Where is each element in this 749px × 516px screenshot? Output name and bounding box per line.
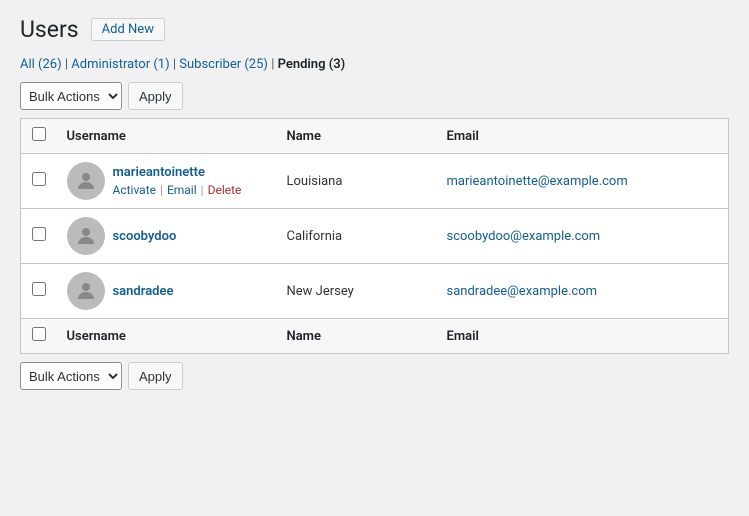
username-link[interactable]: marieantoinette	[113, 165, 242, 180]
check-all-checkbox[interactable]	[32, 127, 46, 141]
name-cell: New Jersey	[277, 264, 437, 319]
filter-links: All (26) | Administrator (1) | Subscribe…	[20, 57, 729, 72]
col-footer-name: Name	[277, 319, 437, 354]
row-check-cell	[21, 154, 57, 209]
activate-action[interactable]: Activate	[113, 183, 157, 197]
avatar	[67, 217, 105, 255]
username-cell: sandradee	[57, 264, 277, 319]
check-all-checkbox-footer[interactable]	[32, 327, 46, 341]
row-actions: Activate | Email | Delete	[113, 183, 242, 197]
row-check-cell	[21, 209, 57, 264]
filter-all[interactable]: All (26)	[20, 57, 62, 72]
name-cell: Louisiana	[277, 154, 437, 209]
top-tablenav: Bulk Actions Delete Apply	[20, 82, 729, 110]
row-checkbox[interactable]	[32, 227, 46, 241]
email-link[interactable]: marieantoinette@example.com	[447, 174, 628, 189]
filter-pending: Pending (3)	[278, 57, 346, 72]
username-link[interactable]: sandradee	[113, 284, 174, 299]
col-footer-email: Email	[437, 319, 729, 354]
apply-button-top[interactable]: Apply	[128, 82, 183, 110]
row-check-cell	[21, 264, 57, 319]
page-title: Users	[20, 16, 79, 43]
bulk-actions-select-top[interactable]: Bulk Actions Delete	[20, 82, 122, 110]
username-cell: scoobydoo	[57, 209, 277, 264]
user-avatar-icon	[74, 279, 98, 303]
check-all-header	[21, 119, 57, 154]
avatar	[67, 162, 105, 200]
row-checkbox[interactable]	[32, 282, 46, 296]
filter-subscriber[interactable]: Subscriber (25)	[179, 57, 268, 72]
col-header-username: Username	[57, 119, 277, 154]
delete-action[interactable]: Delete	[208, 183, 242, 197]
users-table: Username Name Email	[20, 118, 729, 354]
email-link[interactable]: scoobydoo@example.com	[447, 229, 601, 244]
username-link[interactable]: scoobydoo	[113, 229, 177, 244]
user-avatar-icon	[74, 224, 98, 248]
bottom-tablenav: Bulk Actions Delete Apply	[20, 362, 729, 390]
filter-administrator[interactable]: Administrator (1)	[71, 57, 169, 72]
email-cell: scoobydoo@example.com	[437, 209, 729, 264]
bulk-actions-select-bottom[interactable]: Bulk Actions Delete	[20, 362, 122, 390]
email-action[interactable]: Email	[167, 183, 197, 197]
apply-button-bottom[interactable]: Apply	[128, 362, 183, 390]
col-header-email: Email	[437, 119, 729, 154]
check-all-footer	[21, 319, 57, 354]
email-cell: sandradee@example.com	[437, 264, 729, 319]
email-link[interactable]: sandradee@example.com	[447, 284, 598, 299]
email-cell: marieantoinette@example.com	[437, 154, 729, 209]
table-row: sandradee New Jersey sandradee@example.c…	[21, 264, 729, 319]
name-cell: California	[277, 209, 437, 264]
user-avatar-icon	[74, 169, 98, 193]
row-checkbox[interactable]	[32, 172, 46, 186]
table-row: scoobydoo California scoobydoo@example.c…	[21, 209, 729, 264]
username-cell: marieantoinette Activate | Email | Delet…	[57, 154, 277, 209]
avatar	[67, 272, 105, 310]
col-header-name: Name	[277, 119, 437, 154]
table-row: marieantoinette Activate | Email | Delet…	[21, 154, 729, 209]
col-footer-username: Username	[57, 319, 277, 354]
add-new-button[interactable]: Add New	[91, 18, 165, 41]
